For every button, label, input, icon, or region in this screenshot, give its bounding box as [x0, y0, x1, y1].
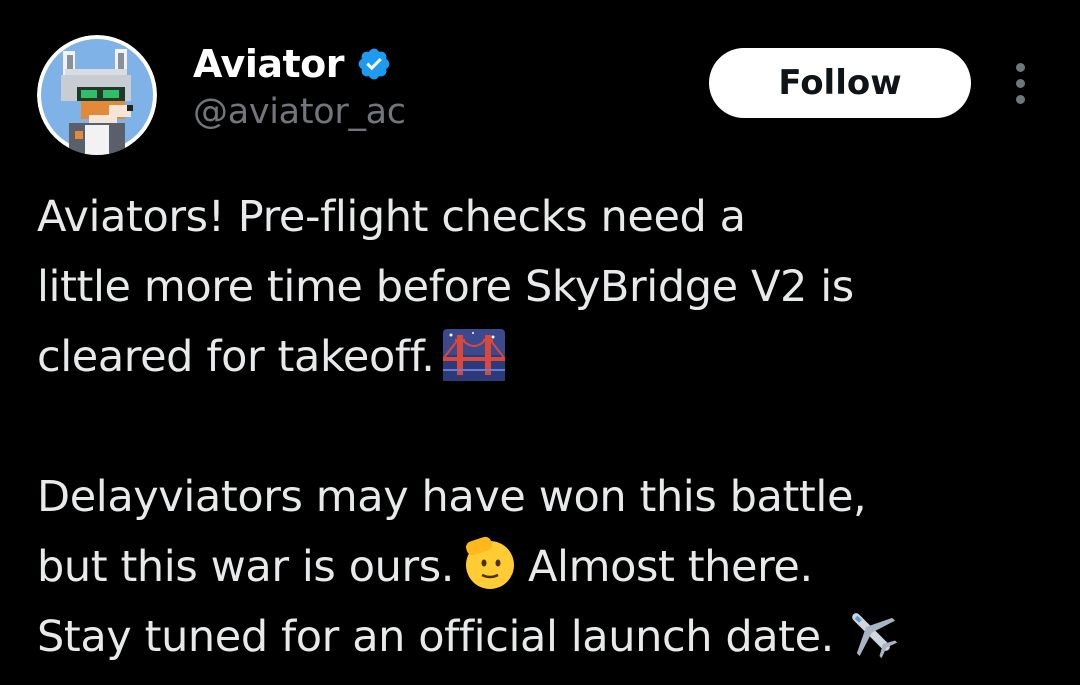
tweet-line: Stay tuned for an official launch date.: [37, 602, 1067, 672]
saluting-face-emoji: [462, 535, 518, 612]
avatar[interactable]: [37, 35, 157, 155]
tweet-text: Aviators! Pre-flight checks need a littl…: [37, 182, 1067, 672]
pixel-fox-pilot-avatar: [37, 35, 157, 155]
airplane-emoji: [842, 603, 900, 682]
name-row: Aviator: [193, 38, 406, 90]
verified-badge-icon[interactable]: [356, 46, 392, 82]
more-dot: [1015, 62, 1025, 72]
tweet-line: little more time before SkyBridge V2 is: [37, 252, 1067, 322]
tweet-text-segment: Almost there.: [528, 542, 813, 592]
display-name[interactable]: Aviator: [193, 42, 345, 86]
tweet-line: but this war is ours. Almost there.: [37, 532, 1067, 602]
tweet-text-segment: Delayviators may have won this battle,: [37, 472, 867, 522]
more-dot: [1015, 78, 1025, 88]
author-info: Aviator @aviator_ac: [193, 38, 406, 132]
bridge-at-night-emoji: [441, 329, 506, 402]
tweet-line: Delayviators may have won this battle,: [37, 462, 1067, 532]
user-handle[interactable]: @aviator_ac: [193, 92, 406, 132]
tweet-text-segment: little more time before SkyBridge V2 is: [37, 262, 854, 312]
tweet-text-segment: cleared for takeoff.: [37, 332, 435, 382]
tweet-line: Aviators! Pre-flight checks need a: [37, 182, 1067, 252]
more-vertical-icon[interactable]: [1000, 58, 1040, 108]
tweet-line: cleared for takeoff.: [37, 322, 1067, 392]
tweet-text-segment: Aviators! Pre-flight checks need a: [37, 192, 746, 242]
tweet-text-segment: but this war is ours.: [37, 542, 455, 592]
tweet-text-segment: Stay tuned for an official launch date.: [37, 612, 834, 662]
more-dot: [1015, 94, 1025, 104]
follow-button[interactable]: Follow: [709, 48, 971, 118]
